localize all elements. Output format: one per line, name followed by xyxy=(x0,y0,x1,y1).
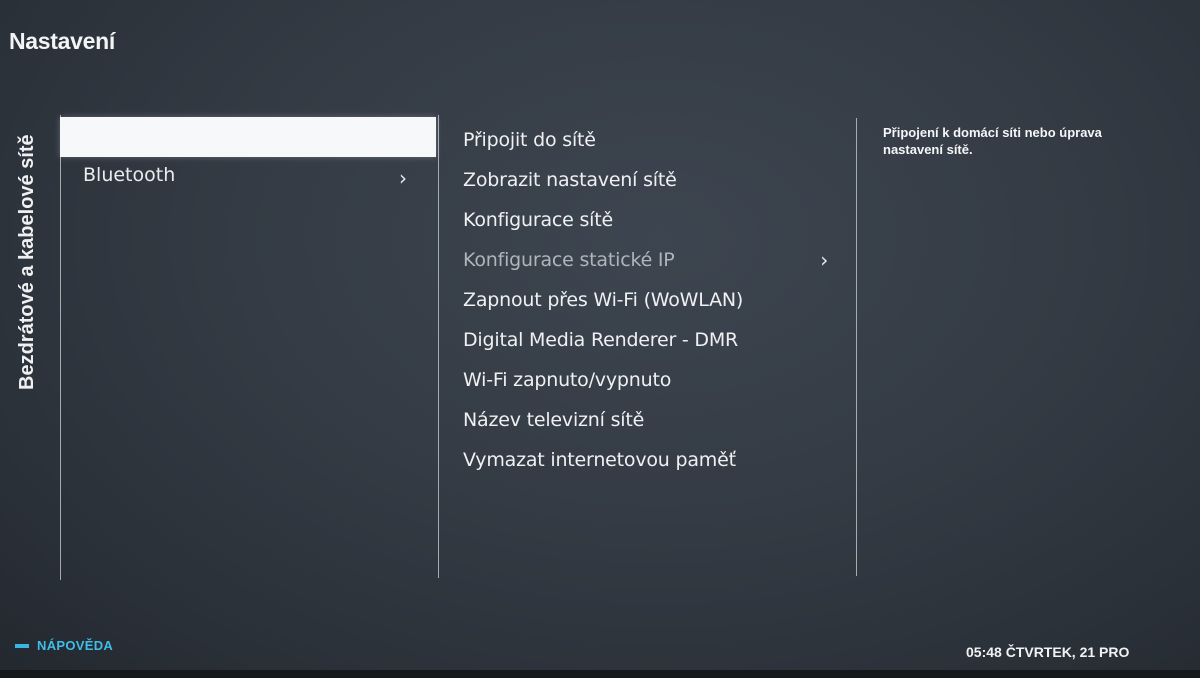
help-button[interactable]: NÁPOVĚDA xyxy=(15,638,113,653)
help-label: NÁPOVĚDA xyxy=(37,638,114,653)
category-title: Bezdrátové a kabelové sítě xyxy=(16,134,38,390)
column-divider-middle xyxy=(438,115,439,578)
color-key-bar-icon xyxy=(15,643,29,648)
help-description: Připojení k domácí síti nebo úprava nast… xyxy=(883,125,1102,157)
page-title: Nastavení xyxy=(9,28,115,54)
submenu-item-connect[interactable]: Připojit do sítě xyxy=(463,122,848,162)
chevron-right-icon: › xyxy=(399,166,407,190)
menu-item-bluetooth[interactable]: Bluetooth › xyxy=(60,158,436,198)
submenu-item-network-config[interactable]: Konfigurace sítě xyxy=(463,202,848,242)
clock: 05:48 ČTVRTEK, 21 PRO xyxy=(966,644,1130,660)
submenu-item-tv-network-name[interactable]: Název televizní sítě xyxy=(463,402,848,442)
chevron-right-icon: › xyxy=(820,248,828,272)
submenu-item-view-settings[interactable]: Zobrazit nastavení sítě xyxy=(463,162,848,202)
network-submenu: Připojit do sítě Zobrazit nastavení sítě… xyxy=(463,122,848,482)
submenu-item-clear-cache[interactable]: Vymazat internetovou paměť xyxy=(463,442,848,482)
screen-bottom-edge xyxy=(0,670,1200,678)
menu-item-label: Bluetooth xyxy=(83,164,176,186)
submenu-item-dmr[interactable]: Digital Media Renderer - DMR xyxy=(463,322,848,362)
submenu-item-label: Konfigurace statické IP xyxy=(463,249,675,271)
menu-item-selected[interactable] xyxy=(60,117,436,157)
submenu-item-static-ip[interactable]: Konfigurace statické IP › xyxy=(463,242,848,282)
submenu-item-wowlan[interactable]: Zapnout přes Wi-Fi (WoWLAN) xyxy=(463,282,848,322)
submenu-item-wifi-toggle[interactable]: Wi-Fi zapnuto/vypnuto xyxy=(463,362,848,402)
column-divider-right xyxy=(856,118,857,576)
